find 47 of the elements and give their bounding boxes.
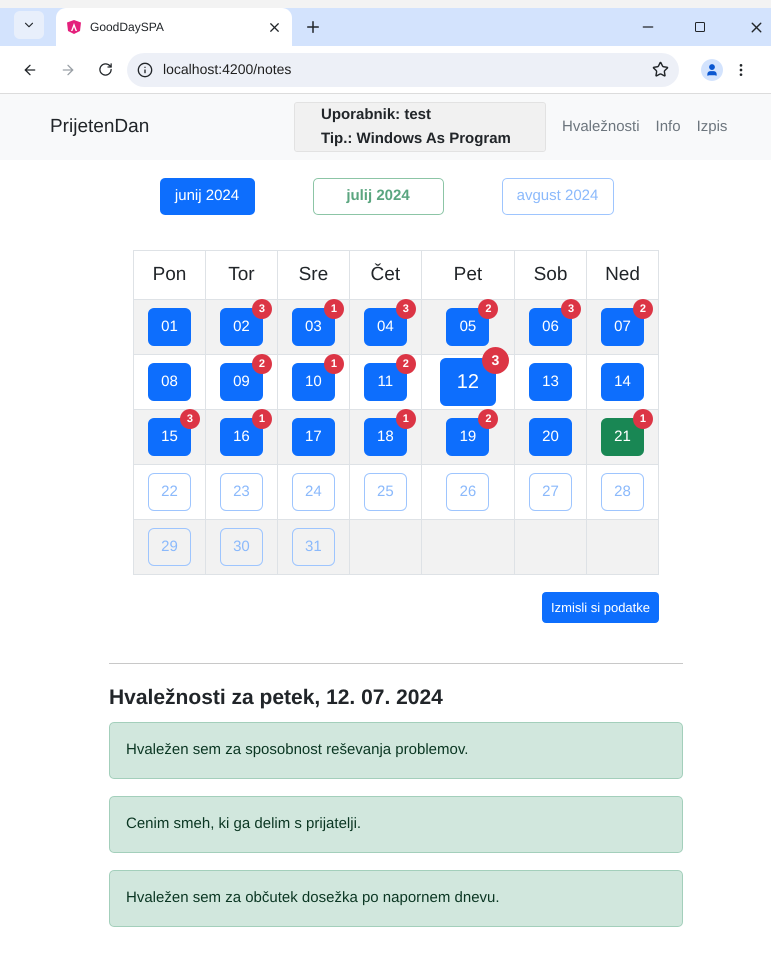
generate-data-button[interactable]: Izmisli si podatke — [542, 592, 659, 623]
nav-link[interactable]: Izpis — [696, 116, 728, 138]
notes-heading: Hvaležnosti za petek, 12. 07. 2024 — [109, 685, 444, 711]
count-badge: 2 — [478, 409, 498, 429]
day-button[interactable]: 14 — [600, 363, 644, 401]
nav-link[interactable]: Hvaležnosti — [562, 116, 640, 138]
url-text: localhost:4200/notes — [163, 60, 292, 79]
month-button[interactable]: junij 2024 — [160, 178, 254, 215]
note-alert: Cenim smeh, ki ga delim s prijatelji. — [109, 796, 683, 852]
browser-tab[interactable]: GoodDaySPA — [56, 8, 292, 46]
count-badge: 2 — [252, 354, 272, 374]
count-badge: 2 — [478, 299, 498, 319]
profile-icon[interactable] — [701, 58, 723, 80]
count-badge: 3 — [252, 299, 272, 319]
back-icon[interactable] — [22, 62, 38, 78]
address-field[interactable]: localhost:4200/notes — [127, 52, 679, 86]
count-badge: 1 — [632, 409, 653, 429]
star-icon[interactable] — [652, 61, 669, 78]
forward-icon[interactable] — [60, 62, 76, 78]
shield-logo-icon — [66, 19, 82, 35]
weekday-header: Pon — [134, 250, 206, 300]
count-badge: 2 — [632, 299, 653, 319]
note-alert: Hvaležen sem za sposobnost reševanja problemov. — [109, 722, 683, 778]
brand-link[interactable]: PrijetenDan — [50, 112, 294, 142]
tab-title: GoodDaySPA — [90, 19, 165, 36]
day-button[interactable]: 08 — [148, 363, 191, 401]
note-alert: Hvaležen sem za občutek dosežka po napornem dnevu. — [109, 870, 683, 926]
new-tab-icon[interactable] — [304, 18, 322, 36]
day-button[interactable]: 17 — [292, 418, 335, 456]
month-button[interactable]: julij 2024 — [312, 178, 444, 215]
nav-link[interactable]: Info — [656, 116, 681, 138]
count-badge: 1 — [252, 409, 272, 429]
day-button[interactable]: 13 — [529, 363, 572, 401]
reload-icon[interactable] — [98, 62, 113, 77]
count-badge: 1 — [396, 409, 416, 429]
day-button[interactable]: 20 — [529, 418, 572, 456]
count-badge: 1 — [324, 354, 344, 374]
count-badge: 2 — [396, 354, 416, 374]
user-info-text: Tip.: Windows As Program — [321, 129, 512, 149]
count-badge: 3 — [396, 299, 416, 319]
maximize-icon[interactable] — [694, 21, 706, 33]
user-info-text: Uporabnik: test — [321, 105, 432, 125]
count-badge: 3 — [561, 299, 581, 319]
day-button[interactable]: 01 — [148, 308, 191, 346]
count-badge: 1 — [324, 299, 344, 319]
info-icon[interactable] — [137, 62, 153, 78]
count-badge: 3 — [180, 409, 200, 429]
